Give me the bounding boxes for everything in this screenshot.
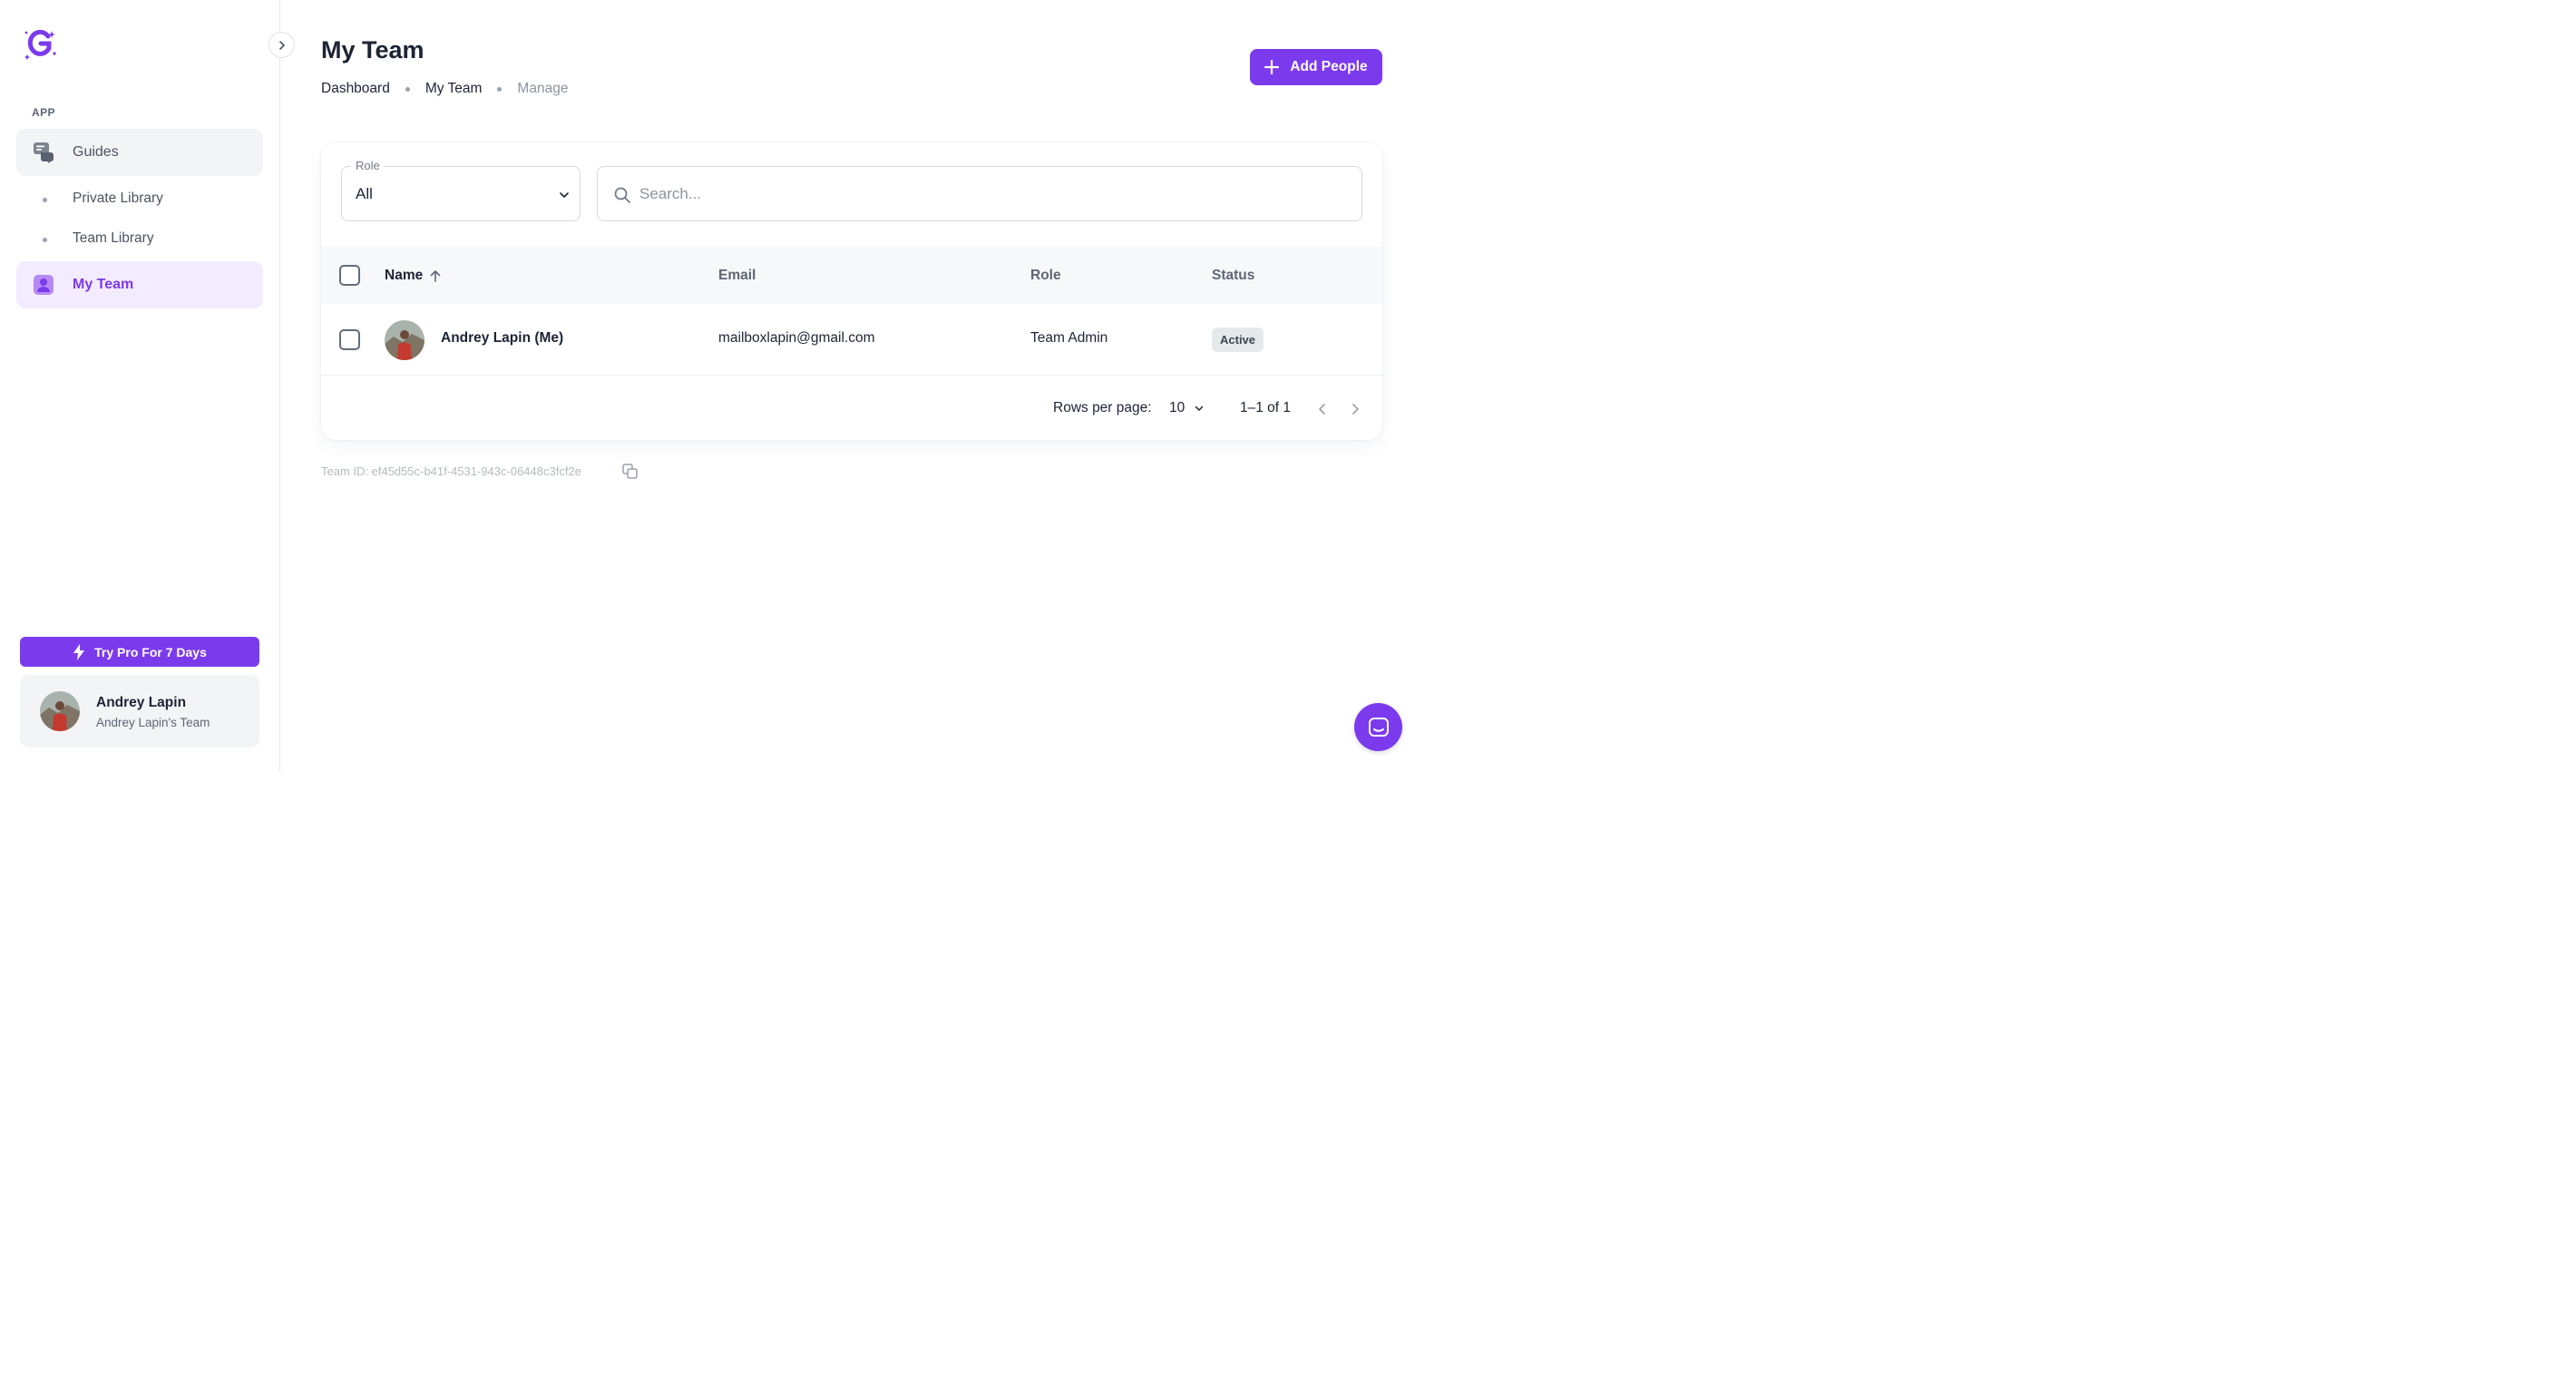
chevron-left-icon — [1319, 404, 1325, 415]
chat-icon — [1368, 717, 1389, 737]
support-chat-button[interactable] — [1354, 703, 1402, 751]
column-header-status[interactable]: Status — [1212, 268, 1254, 284]
column-header-name[interactable]: Name — [385, 268, 442, 284]
column-header-email[interactable]: Email — [718, 268, 756, 284]
rows-per-page-select[interactable]: 10 — [1169, 400, 1205, 416]
add-people-label: Add People — [1290, 59, 1368, 74]
breadcrumb-separator — [405, 86, 410, 92]
breadcrumb: Dashboard My Team Manage — [321, 81, 568, 97]
app-logo[interactable] — [24, 27, 58, 62]
bullet-dot — [43, 198, 47, 202]
row-checkbox[interactable] — [339, 329, 360, 350]
sidebar-item-label: Team Library — [73, 230, 154, 246]
sidebar-item-label: Guides — [73, 144, 119, 160]
page-title: My Team — [321, 36, 424, 64]
copy-icon[interactable] — [622, 464, 639, 480]
breadcrumb-current: Manage — [517, 81, 569, 96]
try-pro-button[interactable]: Try Pro For 7 Days — [20, 637, 259, 667]
role-filter-label: Role — [351, 159, 385, 172]
add-people-button[interactable]: Add People — [1250, 49, 1382, 85]
table-pagination: Rows per page: 10 1–1 of 1 — [321, 376, 1382, 440]
sidebar-item-label: My Team — [73, 277, 134, 292]
pagination-range: 1–1 of 1 — [1240, 400, 1292, 415]
user-team-name: Andrey Lapin's Team — [96, 716, 210, 729]
team-id-text: Team ID: ef45d55c-b41f-4531-943c-06448c3… — [321, 464, 581, 478]
table-row[interactable]: Andrey Lapin (Me) mailboxlapin@gmail.com… — [321, 304, 1382, 376]
main-content: My Team Dashboard My Team Manage Add Peo… — [281, 0, 1422, 771]
bullet-dot — [43, 238, 47, 242]
sidebar-item-guides[interactable]: Guides — [16, 129, 263, 176]
search-field — [597, 166, 1362, 221]
column-header-role[interactable]: Role — [1030, 268, 1061, 284]
plus-icon — [1264, 60, 1280, 74]
try-pro-label: Try Pro For 7 Days — [94, 644, 207, 659]
breadcrumb-my-team[interactable]: My Team — [425, 81, 483, 97]
arrow-up-icon — [430, 270, 441, 282]
role-filter-value: All — [356, 185, 373, 202]
column-header-label: Name — [385, 268, 424, 283]
select-all-checkbox[interactable] — [339, 265, 360, 286]
previous-page-button[interactable] — [1312, 398, 1333, 420]
user-name: Andrey Lapin — [96, 695, 187, 710]
member-email: mailboxlapin@gmail.com — [718, 330, 875, 346]
user-icon — [33, 274, 54, 296]
lightning-icon — [73, 643, 85, 660]
team-table-card: Role All Name Email Role Status — [321, 142, 1382, 440]
app-root: APP Guides Private Library Team Library — [0, 0, 1422, 771]
breadcrumb-separator — [497, 86, 503, 92]
member-name: Andrey Lapin (Me) — [441, 330, 564, 346]
chat-bubbles-icon — [33, 142, 54, 163]
table-header: Name Email Role Status — [321, 247, 1382, 304]
avatar — [40, 691, 80, 731]
rows-per-page-label: Rows per page: — [1053, 400, 1152, 415]
role-filter-select[interactable]: Role All — [341, 159, 581, 221]
member-role: Team Admin — [1030, 330, 1108, 346]
sidebar: APP Guides Private Library Team Library — [0, 0, 295, 771]
chevron-down-icon — [1195, 405, 1204, 411]
search-icon — [614, 187, 630, 203]
sidebar-item-label: Private Library — [73, 190, 163, 206]
next-page-button[interactable] — [1344, 398, 1366, 420]
sidebar-item-my-team[interactable]: My Team — [16, 261, 263, 308]
nav-section-label: APP — [32, 106, 55, 119]
breadcrumb-dashboard[interactable]: Dashboard — [321, 81, 390, 97]
rows-per-page-value: 10 — [1169, 400, 1186, 415]
search-input[interactable] — [639, 181, 1329, 208]
chevron-right-icon — [278, 40, 285, 50]
status-badge: Active — [1212, 327, 1264, 352]
user-account-card[interactable]: Andrey Lapin Andrey Lapin's Team — [20, 675, 259, 747]
chevron-down-icon — [560, 192, 569, 198]
chevron-right-icon — [1352, 404, 1359, 415]
avatar — [385, 320, 424, 360]
sidebar-collapse-button[interactable] — [268, 32, 295, 58]
